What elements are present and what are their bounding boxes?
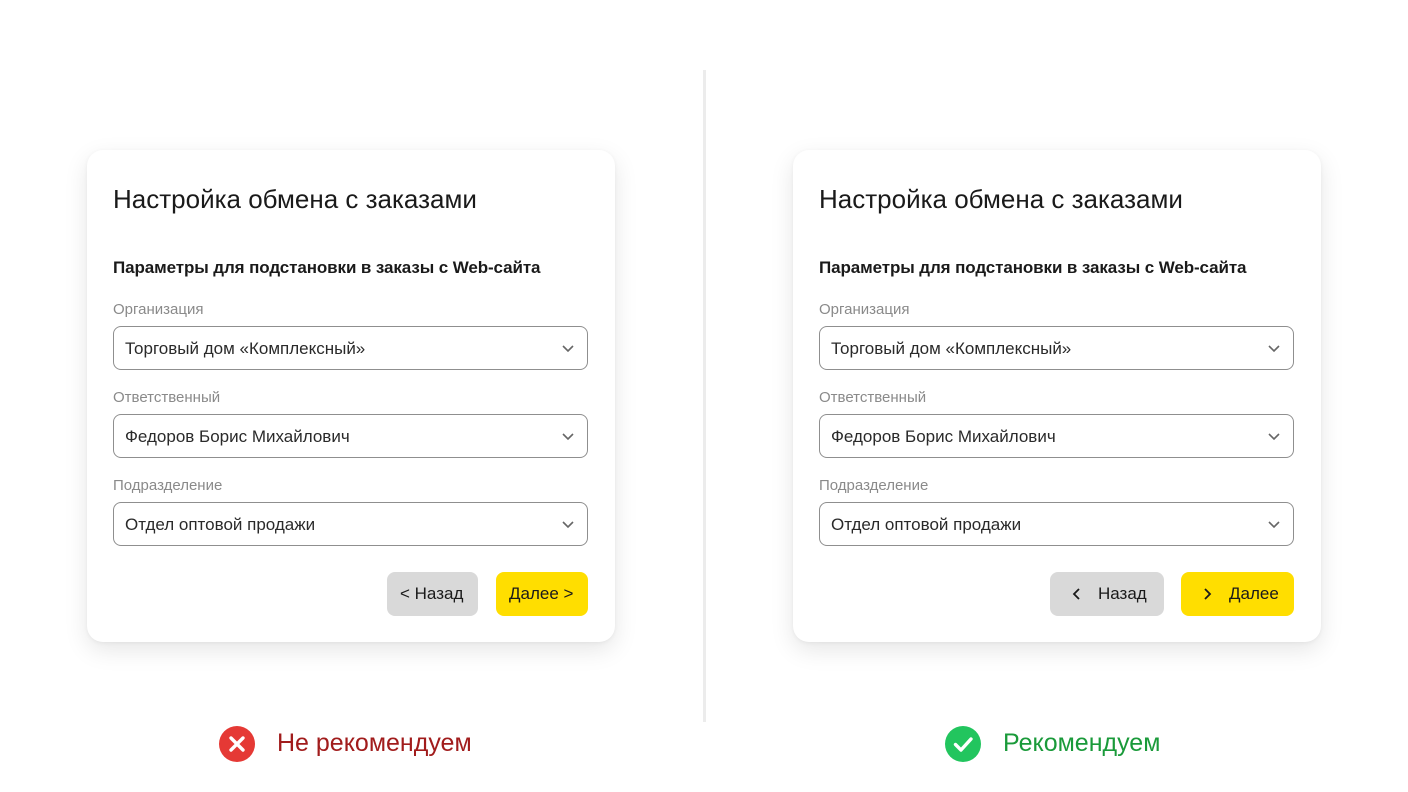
- organization-value: Торговый дом «Комплексный»: [125, 339, 366, 358]
- next-button-label: Далее >: [509, 584, 574, 603]
- chevron-down-icon: [562, 521, 574, 529]
- example-card-bad: Настройка обмена с заказами Параметры дл…: [87, 150, 615, 642]
- chevron-left-icon: [1072, 588, 1080, 600]
- responsible-value: Федоров Борис Михайлович: [831, 427, 1056, 446]
- back-button[interactable]: Назад: [1050, 572, 1164, 616]
- back-button-label: Назад: [1098, 584, 1147, 603]
- department-label: Подразделение: [113, 477, 223, 494]
- department-label: Подразделение: [819, 477, 929, 494]
- chevron-down-icon: [1268, 433, 1280, 441]
- example-card-good: Настройка обмена с заказами Параметры дл…: [793, 150, 1321, 642]
- error-x-icon: [219, 726, 255, 762]
- back-button-label: < Назад: [400, 584, 464, 603]
- chevron-right-icon: [1204, 588, 1212, 600]
- organization-select[interactable]: Торговый дом «Комплексный»: [113, 326, 588, 370]
- dialog-title: Настройка обмена с заказами: [819, 184, 1183, 214]
- chevron-down-icon: [562, 345, 574, 353]
- organization-label: Организация: [113, 301, 204, 318]
- next-button-label: Далее: [1229, 584, 1279, 603]
- department-select[interactable]: Отдел оптовой продажи: [819, 502, 1294, 546]
- responsible-value: Федоров Борис Михайлович: [125, 427, 350, 446]
- responsible-select[interactable]: Федоров Борис Михайлович: [819, 414, 1294, 458]
- chevron-down-icon: [1268, 521, 1280, 529]
- organization-select[interactable]: Торговый дом «Комплексный»: [819, 326, 1294, 370]
- section-subtitle: Параметры для подстановки в заказы с Web…: [819, 258, 1247, 277]
- center-divider: [703, 70, 706, 722]
- responsible-label: Ответственный: [113, 389, 221, 406]
- section-subtitle: Параметры для подстановки в заказы с Web…: [113, 258, 541, 277]
- dialog-title: Настройка обмена с заказами: [113, 184, 477, 214]
- department-value: Отдел оптовой продажи: [125, 515, 316, 534]
- responsible-label: Ответственный: [819, 389, 927, 406]
- not-recommended-label: Не рекомендуем: [277, 729, 472, 757]
- next-button[interactable]: Далее >: [496, 572, 588, 616]
- department-value: Отдел оптовой продажи: [831, 515, 1022, 534]
- department-select[interactable]: Отдел оптовой продажи: [113, 502, 588, 546]
- chevron-down-icon: [1268, 345, 1280, 353]
- responsible-select[interactable]: Федоров Борис Михайлович: [113, 414, 588, 458]
- organization-value: Торговый дом «Комплексный»: [831, 339, 1072, 358]
- chevron-down-icon: [562, 433, 574, 441]
- back-button[interactable]: < Назад: [387, 572, 478, 616]
- organization-label: Организация: [819, 301, 910, 318]
- next-button[interactable]: Далее: [1181, 572, 1294, 616]
- recommended-label: Рекомендуем: [1003, 729, 1161, 757]
- check-icon: [945, 726, 981, 762]
